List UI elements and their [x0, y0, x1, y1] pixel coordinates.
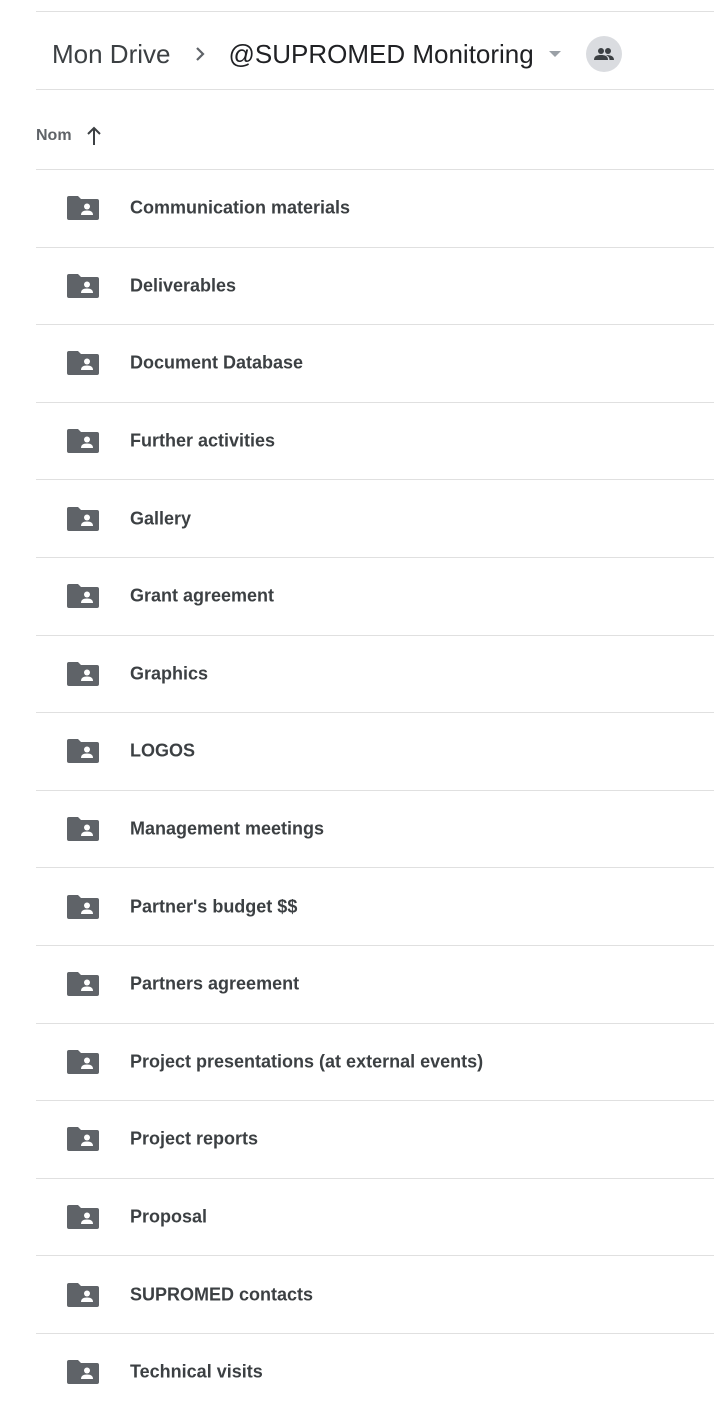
folder-row[interactable]: Technical visits [36, 1332, 714, 1404]
folder-row[interactable]: Management meetings [36, 789, 714, 868]
folder-row[interactable]: Graphics [36, 634, 714, 713]
breadcrumb: Mon Drive @SUPROMED Monitoring [36, 28, 622, 80]
shared-folder-icon [66, 1282, 100, 1308]
folder-row[interactable]: Project presentations (at external event… [36, 1022, 714, 1101]
breadcrumb-divider [36, 89, 714, 90]
folder-row[interactable]: Further activities [36, 401, 714, 480]
chevron-right-icon [186, 36, 214, 72]
folder-name: Graphics [130, 663, 209, 684]
shared-folder-icon [66, 273, 100, 299]
shared-folder-icon [66, 1126, 100, 1152]
folder-name: Management meetings [130, 818, 325, 839]
shared-folder-icon [66, 894, 100, 920]
shared-folder-icon [66, 1049, 100, 1075]
folder-name: Technical visits [130, 1361, 263, 1382]
shared-folder-icon [66, 971, 100, 997]
shared-folder-icon [66, 350, 100, 376]
folder-name: SUPROMED contacts [130, 1284, 314, 1305]
shared-folder-icon [66, 738, 100, 764]
breadcrumb-root-mon-drive[interactable]: Mon Drive [36, 36, 186, 72]
folder-row[interactable]: Deliverables [36, 246, 714, 325]
current-folder-name: @SUPROMED Monitoring [228, 39, 534, 69]
shared-people-icon[interactable] [585, 36, 622, 72]
folder-name: Partners agreement [130, 973, 300, 994]
folder-name: Gallery [130, 508, 192, 529]
folder-name: Document Database [130, 352, 304, 373]
folder-row[interactable]: LOGOS [36, 712, 714, 790]
shared-folder-icon [66, 1359, 100, 1385]
shared-folder-icon [66, 506, 100, 532]
dropdown-arrow-icon [548, 36, 562, 72]
folder-name: Grant agreement [130, 585, 275, 606]
folder-name: Proposal [130, 1206, 208, 1227]
shared-folder-icon [66, 816, 100, 842]
folder-row[interactable]: Partners agreement [36, 944, 714, 1023]
folder-name: Deliverables [130, 275, 237, 296]
folder-row[interactable]: Proposal [36, 1177, 714, 1256]
folder-row[interactable]: Partner's budget $$ [36, 867, 714, 945]
folder-name: LOGOS [130, 740, 196, 761]
folder-row[interactable]: Project reports [36, 1100, 714, 1178]
shared-folder-icon [66, 195, 100, 221]
breadcrumb-current-folder[interactable]: @SUPROMED Monitoring [214, 32, 571, 76]
column-name-label: Nom [36, 127, 72, 144]
shared-folder-icon [66, 583, 100, 609]
folder-name: Project reports [130, 1128, 259, 1149]
shared-folder-icon [66, 1204, 100, 1230]
sort-by-name-header[interactable]: Nom [36, 118, 104, 154]
folder-name: Communication materials [130, 197, 351, 218]
folder-list: Communication materials Deliverables Doc… [36, 169, 714, 1404]
folder-name: Partner's budget $$ [130, 896, 298, 917]
shared-folder-icon [66, 428, 100, 454]
shared-folder-icon [66, 661, 100, 687]
arrow-up-icon [86, 125, 104, 147]
folder-name: Further activities [130, 430, 276, 451]
top-divider [36, 11, 714, 12]
drive-folder-view: Mon Drive @SUPROMED Monitoring Nom Commu… [0, 0, 714, 1404]
folder-row[interactable]: Document Database [36, 324, 714, 402]
folder-row[interactable]: Grant agreement [36, 556, 714, 635]
folder-row[interactable]: Communication materials [36, 169, 714, 247]
folder-row[interactable]: SUPROMED contacts [36, 1255, 714, 1333]
folder-row[interactable]: Gallery [36, 479, 714, 557]
folder-name: Project presentations (at external event… [130, 1051, 484, 1072]
